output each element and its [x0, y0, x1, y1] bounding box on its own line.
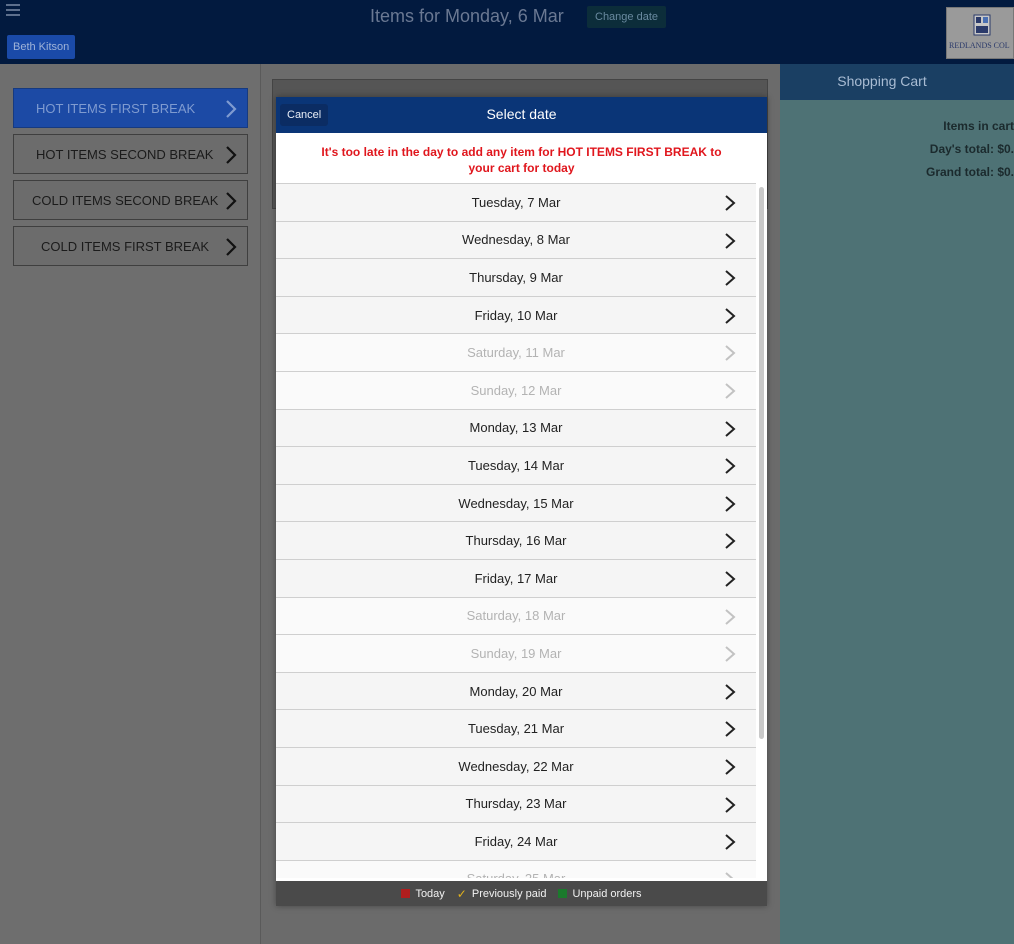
logo-crest-icon: [973, 14, 991, 36]
date-label: Monday, 13 Mar: [469, 420, 563, 436]
date-label: Friday, 10 Mar: [474, 307, 558, 323]
date-row[interactable]: Friday, 24 Mar: [276, 822, 756, 860]
date-label: Saturday, 11 Mar: [467, 345, 565, 361]
select-date-modal: Cancel Select date It's too late in the …: [276, 97, 767, 906]
chevron-right-icon: [725, 270, 736, 286]
category-hot-items-first-break[interactable]: HOT ITEMS FIRST BREAK: [13, 88, 248, 128]
chevron-right-icon: [725, 571, 736, 587]
chevron-right-icon: [725, 796, 736, 813]
legend-bar: Today ✓ Previously paid Unpaid orders: [276, 881, 767, 906]
date-label: Thursday, 9 Mar: [469, 269, 563, 285]
chevron-right-icon: [725, 195, 736, 211]
legend-previously-paid-label: Previously paid: [471, 887, 547, 900]
category-panel: HOT ITEMS FIRST BREAK HOT ITEMS SECOND B…: [0, 64, 261, 944]
legend-unpaid-orders-label: Unpaid orders: [572, 887, 642, 900]
shopping-cart-panel: Shopping Cart Items in cart Day's total:…: [780, 64, 1014, 944]
chevron-right-icon: [725, 721, 736, 738]
chevron-right-icon: [725, 383, 736, 399]
date-row[interactable]: Thursday, 16 Mar: [276, 521, 756, 559]
legend-unpaid-orders: Unpaid orders: [558, 887, 642, 900]
category-label: COLD ITEMS FIRST BREAK: [41, 238, 210, 254]
date-label: Sunday, 12 Mar: [470, 382, 562, 398]
date-list[interactable]: Tuesday, 7 Mar Wednesday, 8 Mar Thursday, …: [276, 183, 756, 878]
chevron-right-icon: [725, 308, 736, 324]
category-hot-items-second-break[interactable]: HOT ITEMS SECOND BREAK: [13, 134, 248, 174]
legend-today: Today: [401, 887, 445, 900]
chevron-right-icon: [725, 420, 736, 437]
date-row: Saturday, 25 Mar: [276, 859, 756, 878]
date-row[interactable]: Tuesday, 7 Mar: [276, 183, 756, 221]
legend-previously-paid: ✓ Previously paid: [457, 887, 547, 901]
chevron-right-icon: [725, 608, 736, 625]
date-row[interactable]: Wednesday, 22 Mar: [276, 746, 756, 785]
date-label: Sunday, 19 Mar: [470, 645, 562, 661]
date-row[interactable]: Tuesday, 14 Mar: [276, 446, 756, 484]
unpaid-swatch: [558, 889, 568, 898]
cart-items-count: Items in cart: [943, 119, 1014, 133]
chevron-right-icon: [725, 646, 736, 662]
date-row[interactable]: Tuesday, 21 Mar: [276, 709, 756, 747]
category-label: HOT ITEMS FIRST BREAK: [36, 100, 196, 116]
chevron-right-icon: [725, 683, 736, 700]
chevron-right-icon: [725, 232, 736, 249]
chevron-right-icon: [226, 238, 237, 256]
date-label: Wednesday, 15 Mar: [458, 495, 574, 511]
change-date-button[interactable]: Change date: [587, 6, 666, 28]
chevron-right-icon: [725, 345, 736, 362]
warning-message: It's too late in the day to add any item…: [321, 145, 722, 175]
date-label: Tuesday, 7 Mar: [471, 194, 561, 210]
date-row[interactable]: Thursday, 23 Mar: [276, 784, 756, 823]
modal-title: Select date: [486, 106, 557, 122]
date-label: Thursday, 16 Mar: [465, 533, 567, 549]
date-row[interactable]: Wednesday, 15 Mar: [276, 483, 756, 522]
date-row[interactable]: Wednesday, 8 Mar: [276, 220, 756, 259]
app-header: Beth Kitson Items for Monday, 6 Mar Chan…: [0, 0, 1014, 64]
category-cold-items-second-break[interactable]: COLD ITEMS SECOND BREAK: [13, 180, 248, 220]
chevron-right-icon: [725, 834, 736, 850]
date-row[interactable]: Thursday, 9 Mar: [276, 258, 756, 296]
user-button[interactable]: Beth Kitson: [7, 35, 76, 59]
date-row[interactable]: Monday, 13 Mar: [276, 408, 756, 447]
date-label: Saturday, 25 Mar: [467, 871, 566, 878]
date-label: Friday, 24 Mar: [474, 833, 558, 849]
category-cold-items-first-break[interactable]: COLD ITEMS FIRST BREAK: [13, 226, 248, 266]
date-row[interactable]: Friday, 10 Mar: [276, 295, 756, 334]
school-logo: REDLANDS COL: [946, 7, 1014, 59]
chevron-right-icon: [725, 871, 734, 878]
date-label: Friday, 17 Mar: [474, 570, 558, 586]
cart-grand-total: Grand total: $0.: [925, 165, 1014, 179]
logo-text: REDLANDS COL: [949, 41, 1010, 50]
date-list-scrollbar[interactable]: [759, 187, 764, 739]
date-label: Thursday, 23 Mar: [465, 796, 567, 812]
cart-title: Shopping Cart: [780, 64, 1014, 100]
modal-header: Cancel Select date: [276, 97, 767, 133]
check-icon: ✓: [456, 886, 467, 901]
chevron-right-icon: [226, 146, 237, 164]
today-swatch: [401, 889, 411, 898]
date-row: Sunday, 19 Mar: [276, 634, 756, 672]
chevron-right-icon: [725, 759, 736, 775]
date-row[interactable]: Monday, 20 Mar: [276, 671, 756, 710]
chevron-right-icon: [226, 192, 237, 210]
category-label: COLD ITEMS SECOND BREAK: [32, 192, 219, 208]
cart-days-total: Day's total: $0.: [929, 142, 1014, 156]
date-label: Tuesday, 21 Mar: [467, 721, 565, 737]
date-label: Wednesday, 22 Mar: [458, 758, 574, 774]
chevron-right-icon: [725, 533, 736, 550]
date-row: Saturday, 18 Mar: [276, 596, 756, 635]
category-label: HOT ITEMS SECOND BREAK: [36, 146, 214, 162]
page-title: Items for Monday, 6 Mar: [370, 6, 564, 26]
date-row[interactable]: Friday, 17 Mar: [276, 558, 756, 597]
menu-icon[interactable]: [6, 4, 20, 16]
date-label: Saturday, 18 Mar: [466, 608, 566, 624]
date-row: Saturday, 11 Mar: [276, 333, 756, 371]
date-label: Tuesday, 14 Mar: [467, 457, 565, 473]
date-label: Wednesday, 8 Mar: [462, 232, 570, 248]
date-row: Sunday, 12 Mar: [276, 370, 756, 409]
chevron-right-icon: [725, 495, 736, 512]
date-label: Monday, 20 Mar: [469, 683, 563, 699]
chevron-right-icon: [725, 458, 736, 474]
chevron-right-icon: [226, 100, 237, 118]
legend-today-label: Today: [415, 887, 445, 900]
